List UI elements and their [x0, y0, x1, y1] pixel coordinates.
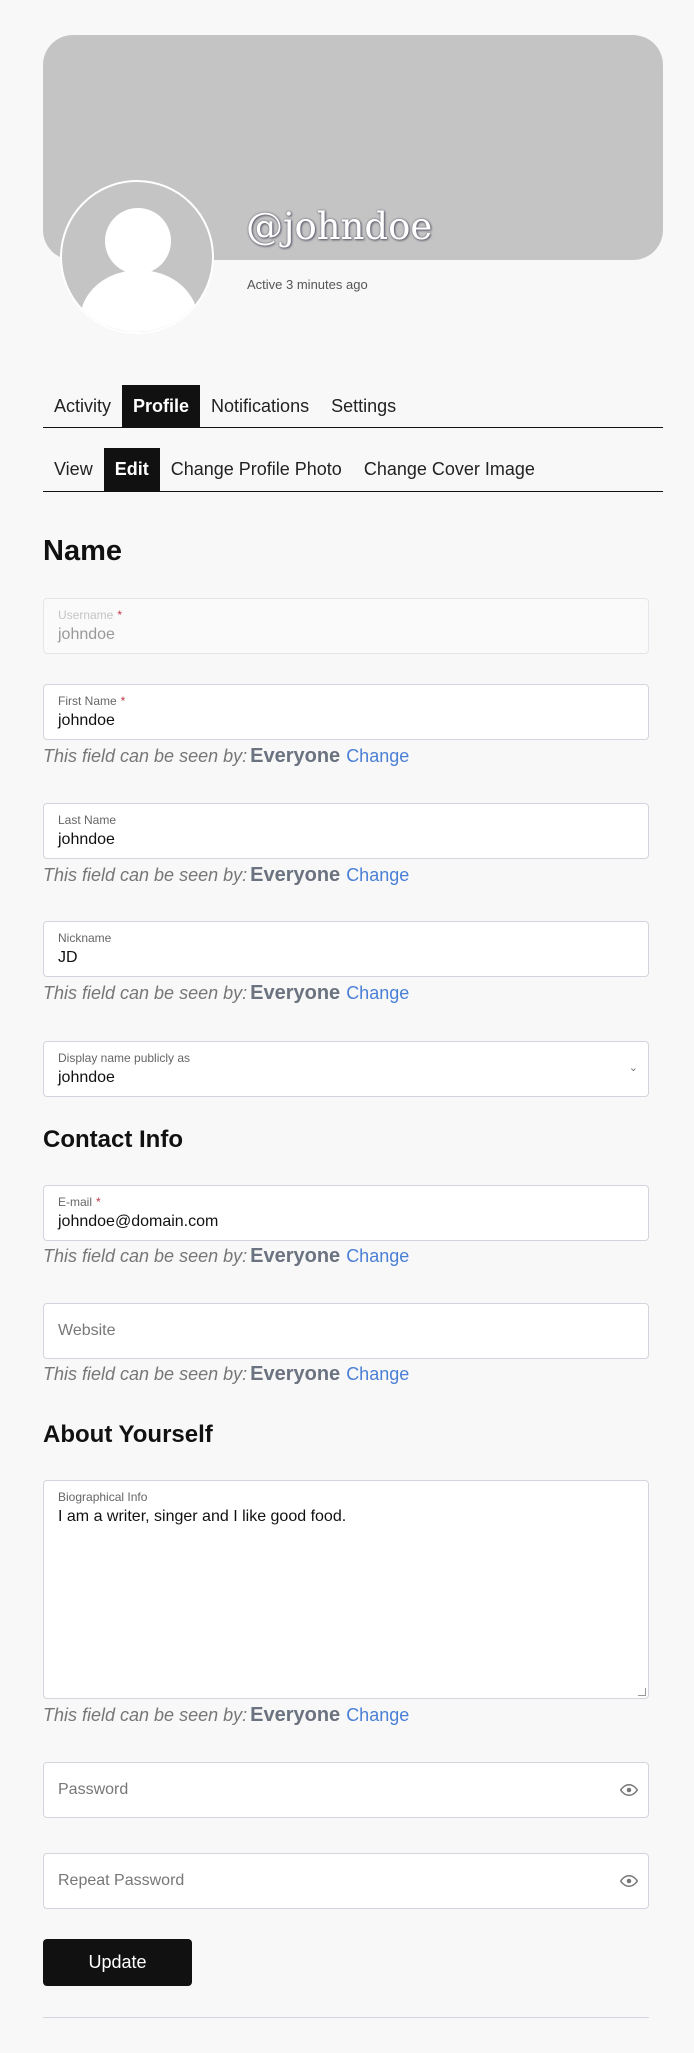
last-name-visibility-change-link[interactable]: Change [346, 865, 409, 885]
repeat-password-placeholder: Repeat Password [58, 1872, 185, 1889]
resize-handle-icon[interactable] [638, 1688, 646, 1696]
first-name-value[interactable]: johndoe [58, 712, 115, 730]
last-name-field[interactable]: Last Name johndoe [43, 803, 649, 859]
update-button[interactable]: Update [43, 1939, 192, 1986]
bio-textarea[interactable]: Biographical Info I am a writer, singer … [43, 1480, 649, 1699]
last-name-label: Last Name [58, 813, 117, 827]
password-placeholder: Password [58, 1781, 129, 1798]
last-active: Active 3 minutes ago [247, 277, 368, 292]
main-tabs: Activity Profile Notifications Settings [43, 385, 663, 428]
bio-label: Biographical Info [58, 1490, 148, 1504]
tab-activity[interactable]: Activity [43, 385, 122, 427]
subtab-change-profile-photo[interactable]: Change Profile Photo [160, 448, 353, 491]
nickname-visibility: This field can be seen by: Everyone Change [43, 982, 410, 1004]
display-name-label: Display name publicly as [58, 1051, 191, 1065]
email-value[interactable]: johndoe@domain.com [58, 1213, 218, 1231]
nickname-field[interactable]: Nickname JD [43, 921, 649, 977]
tab-notifications[interactable]: Notifications [200, 385, 320, 427]
first-name-label: First Name * [58, 694, 126, 708]
password-field[interactable]: Password [43, 1762, 649, 1818]
website-visibility: This field can be seen by: Everyone Change [43, 1363, 410, 1385]
nickname-value[interactable]: JD [58, 949, 78, 967]
repeat-password-field[interactable]: Repeat Password [43, 1853, 649, 1909]
avatar [60, 180, 214, 334]
nickname-visibility-change-link[interactable]: Change [346, 983, 409, 1003]
section-heading-name: Name [43, 535, 122, 567]
bio-value[interactable]: I am a writer, singer and I like good fo… [58, 1508, 346, 1526]
subtab-view[interactable]: View [43, 448, 104, 491]
section-heading-about: About Yourself [43, 1421, 213, 1448]
divider [43, 2017, 649, 2018]
last-name-visibility: This field can be seen by: Everyone Change [43, 864, 410, 886]
subtab-change-cover-image[interactable]: Change Cover Image [353, 448, 546, 491]
tab-settings[interactable]: Settings [320, 385, 407, 427]
subtab-edit[interactable]: Edit [103, 448, 160, 491]
username-label: Username * [58, 608, 123, 622]
avatar-placeholder-head [105, 208, 171, 274]
profile-handle: @johndoe [246, 205, 433, 248]
bio-visibility-change-link[interactable]: Change [346, 1705, 409, 1725]
display-name-value: johndoe [58, 1069, 115, 1086]
section-heading-contact: Contact Info [43, 1126, 183, 1153]
avatar-placeholder-body [80, 270, 198, 332]
email-field[interactable]: E-mail * johndoe@domain.com [43, 1185, 649, 1241]
eye-icon[interactable] [620, 1872, 638, 1890]
nickname-label: Nickname [58, 931, 112, 945]
website-placeholder: Website [58, 1322, 116, 1339]
eye-icon[interactable] [620, 1781, 638, 1799]
username-value: johndoe [58, 626, 115, 643]
display-name-select[interactable]: Display name publicly as johndoe ⌄ [43, 1041, 649, 1097]
sub-tabs: View Edit Change Profile Photo Change Co… [43, 448, 663, 492]
last-name-value[interactable]: johndoe [58, 831, 115, 849]
email-visibility: This field can be seen by: Everyone Change [43, 1245, 410, 1267]
first-name-visibility: This field can be seen by: Everyone Change [43, 745, 410, 767]
email-visibility-change-link[interactable]: Change [346, 1246, 409, 1266]
website-field[interactable]: Website [43, 1303, 649, 1359]
bio-visibility: This field can be seen by: Everyone Change [43, 1704, 410, 1726]
tab-profile[interactable]: Profile [122, 385, 201, 427]
first-name-visibility-change-link[interactable]: Change [346, 746, 409, 766]
username-field: Username * johndoe [43, 598, 649, 654]
email-label: E-mail * [58, 1195, 101, 1209]
chevron-down-icon: ⌄ [628, 1062, 638, 1074]
website-visibility-change-link[interactable]: Change [346, 1364, 409, 1384]
first-name-field[interactable]: First Name * johndoe [43, 684, 649, 740]
